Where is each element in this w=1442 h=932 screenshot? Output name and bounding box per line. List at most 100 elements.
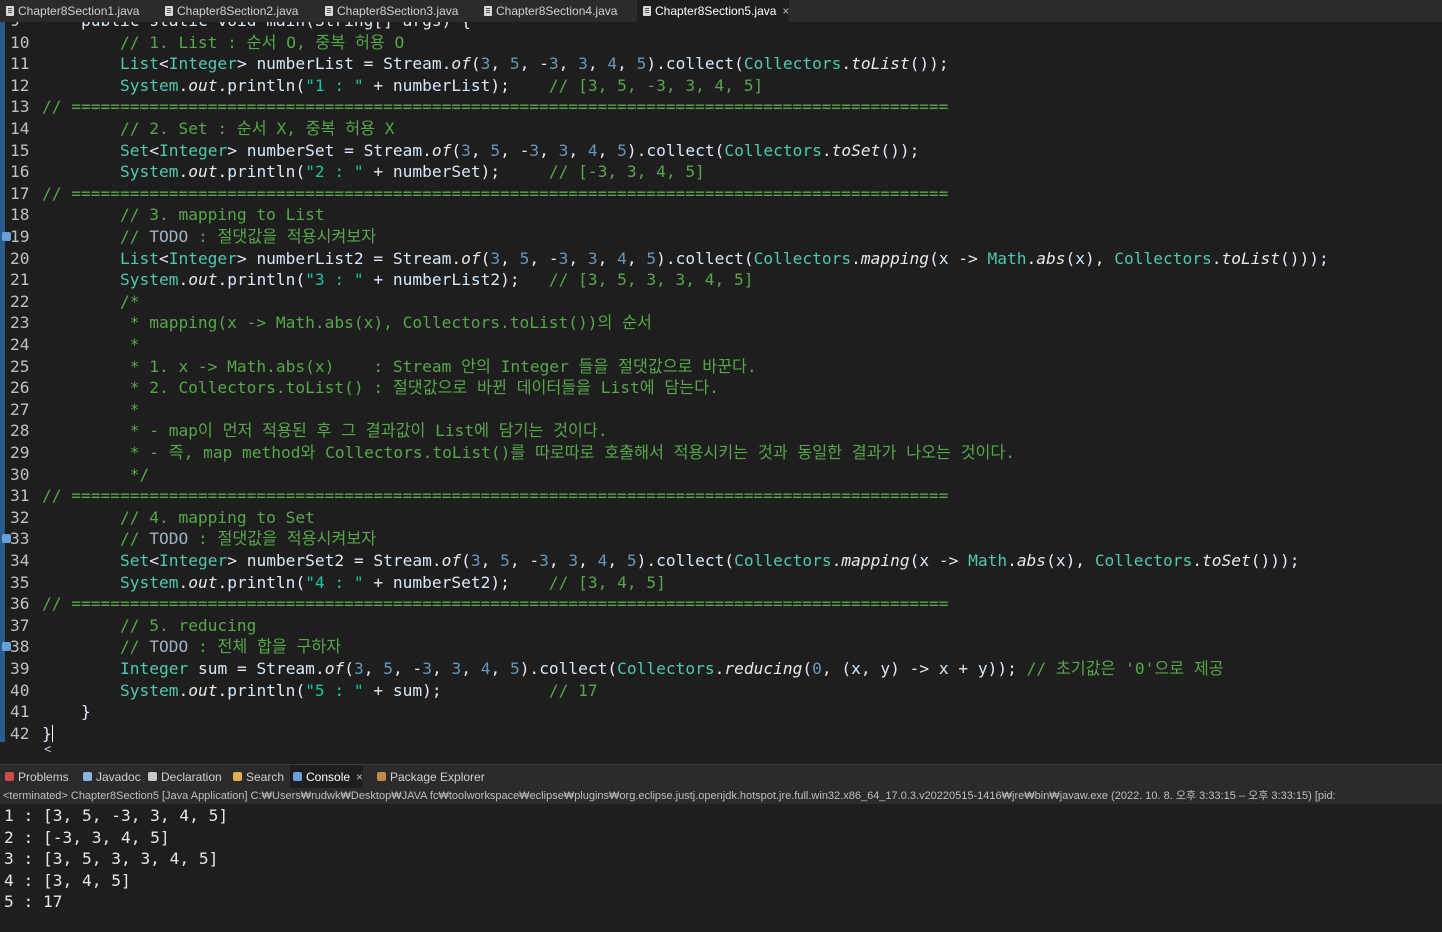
panel-tab-console[interactable]: Console × <box>290 765 364 789</box>
panel-tab-label: Package Explorer <box>390 770 485 784</box>
code-text: // 4. mapping to Set <box>119 507 315 527</box>
line-number: 19 <box>10 227 30 246</box>
code-text: System.out.println("4 : " + numberSet2);… <box>119 572 666 592</box>
console-line: 5 : 17 <box>4 892 63 912</box>
panel-tab-javadoc[interactable]: Javadoc <box>80 765 141 789</box>
code-text: System.out.println("5 : " + sum); // 17 <box>119 680 598 700</box>
panel-tab-label: Javadoc <box>96 770 141 784</box>
console-line: 1 : [3, 5, -3, 3, 4, 5] <box>4 806 229 825</box>
console-icon <box>293 772 302 781</box>
code-text: // =====================================… <box>42 97 949 117</box>
editor-tab-bar: Chapter8Section1.java Chapter8Section2.ja… <box>0 0 1442 23</box>
code-text: * 2. Collectors.toList() : 절댓값으로 바뀐 데이터들… <box>42 378 719 398</box>
tab-chapter8section3[interactable]: Chapter8Section3.java <box>319 0 458 22</box>
code-text: // 3. mapping to List <box>119 205 325 225</box>
line-number: 34 <box>10 551 30 570</box>
line-number: 28 <box>10 421 30 441</box>
task-marker-icon[interactable] <box>2 642 11 652</box>
line-number: 38 <box>10 637 30 657</box>
panel-tab-declaration[interactable]: Declaration <box>145 765 222 789</box>
tab-chapter8section5[interactable]: Chapter8Section5.java × <box>637 0 790 22</box>
package-explorer-icon <box>377 772 386 781</box>
close-icon[interactable]: × <box>356 770 363 784</box>
line-number: 15 <box>10 140 30 160</box>
code-text: public static void main(String[] args) { <box>42 22 471 32</box>
task-marker-icon[interactable] <box>2 232 11 241</box>
line-number: 22 <box>10 291 30 311</box>
line-number: 20 <box>10 248 30 268</box>
code-text: // =====================================… <box>42 183 949 203</box>
code-text: } <box>42 702 91 722</box>
code-text: // =====================================… <box>42 486 949 506</box>
code-text: List<Integer> numberList2 = Stream.of(3,… <box>119 248 1329 268</box>
tab-label: Chapter8Section3.java <box>337 4 459 18</box>
tab-chapter8section4[interactable]: Chapter8Section4.java <box>478 0 617 22</box>
line-number: 17 <box>10 183 30 203</box>
line-number: 33 <box>10 529 30 549</box>
code-text: * <box>42 399 140 419</box>
tab-label: Chapter8Section5.java <box>655 4 777 18</box>
panel-tab-label: Declaration <box>161 770 222 784</box>
java-file-icon <box>6 6 14 16</box>
panel-tab-problems[interactable]: Problems <box>2 765 69 789</box>
javadoc-icon <box>83 772 92 781</box>
code-text: */ <box>42 464 150 484</box>
panel-tab-package-explorer[interactable]: Package Explorer <box>374 765 485 789</box>
tab-chapter8section1[interactable]: Chapter8Section1.java <box>0 0 139 22</box>
line-number: 21 <box>10 270 30 290</box>
console-line: 4 : [3, 4, 5] <box>4 870 131 890</box>
code-text: Integer sum = Stream.of(3, 5, -3, 3, 4, … <box>119 659 1224 678</box>
code-text: * - map이 먼저 적용된 후 그 결과값이 List에 담기는 것이다. <box>42 421 608 441</box>
console-line: 2 : [-3, 3, 4, 5] <box>4 827 170 847</box>
line-number: 9 <box>10 22 38 32</box>
java-file-icon <box>325 6 333 16</box>
gutter-strip <box>0 22 5 742</box>
scroll-left-arrow[interactable]: < <box>40 742 51 756</box>
panel-tab-search[interactable]: Search <box>230 765 284 789</box>
line-number: 37 <box>10 615 30 635</box>
line-number: 26 <box>10 378 30 398</box>
code-text: } <box>42 723 52 742</box>
panel-tab-label: Console <box>306 770 351 784</box>
line-number: 16 <box>10 162 30 182</box>
code-text: // 5. reducing <box>119 615 257 635</box>
console-output[interactable]: 1 : [3, 5, -3, 3, 4, 5] 2 : [-3, 3, 4, 5]… <box>0 804 1442 932</box>
code-text: /* <box>42 291 140 311</box>
line-number: 10 <box>10 32 30 52</box>
search-icon <box>233 772 242 781</box>
code-text: * - 즉, map method와 Collectors.toList()를 … <box>42 443 1016 462</box>
line-number: 24 <box>10 335 30 354</box>
code-text: // 1. List : 순서 O, 중복 허용 O <box>119 32 405 52</box>
line-number: 39 <box>10 659 30 678</box>
line-number: 27 <box>10 399 30 419</box>
code-text: Set<Integer> numberSet2 = Stream.of(3, 5… <box>119 551 1300 570</box>
line-number: 14 <box>10 119 30 138</box>
code-text: System.out.println("3 : " + numberList2)… <box>119 270 754 290</box>
line-number: 31 <box>10 486 30 506</box>
panel-tab-label: Search <box>246 770 285 784</box>
code-text: // TODO : 절댓값을 적용시켜보자 <box>119 227 377 246</box>
declaration-icon <box>148 772 157 781</box>
code-editor[interactable]: 9 public static void main(String[] args)… <box>0 22 1442 742</box>
tab-label: Chapter8Section4.java <box>496 4 618 18</box>
line-number: 42 <box>10 723 30 742</box>
code-text: * mapping(x -> Math.abs(x), Collectors.t… <box>42 313 652 333</box>
bottom-panel-tabs: Problems Javadoc Declaration Search Console ×… <box>0 764 1442 789</box>
code-text: Set<Integer> numberSet = Stream.of(3, 5,… <box>119 140 920 160</box>
tab-label: Chapter8Section2.java <box>177 4 299 18</box>
java-file-icon <box>643 6 651 16</box>
line-number: 25 <box>10 356 30 376</box>
line-number: 13 <box>10 97 30 117</box>
task-marker-icon[interactable] <box>2 534 11 544</box>
close-icon[interactable]: × <box>782 4 789 18</box>
line-number: 41 <box>10 702 30 722</box>
code-text: // 2. Set : 순서 X, 중복 허용 X <box>119 119 395 138</box>
tab-chapter8section2[interactable]: Chapter8Section2.java <box>159 0 298 22</box>
console-line: 3 : [3, 5, 3, 3, 4, 5] <box>4 849 219 869</box>
code-text: // =====================================… <box>42 594 949 614</box>
line-number: 12 <box>10 75 30 95</box>
line-number: 35 <box>10 572 30 592</box>
code-text: // TODO : 절댓값을 적용시켜보자 <box>119 529 377 549</box>
line-number: 40 <box>10 680 30 700</box>
horizontal-scrollbar[interactable]: < <box>40 742 1442 756</box>
